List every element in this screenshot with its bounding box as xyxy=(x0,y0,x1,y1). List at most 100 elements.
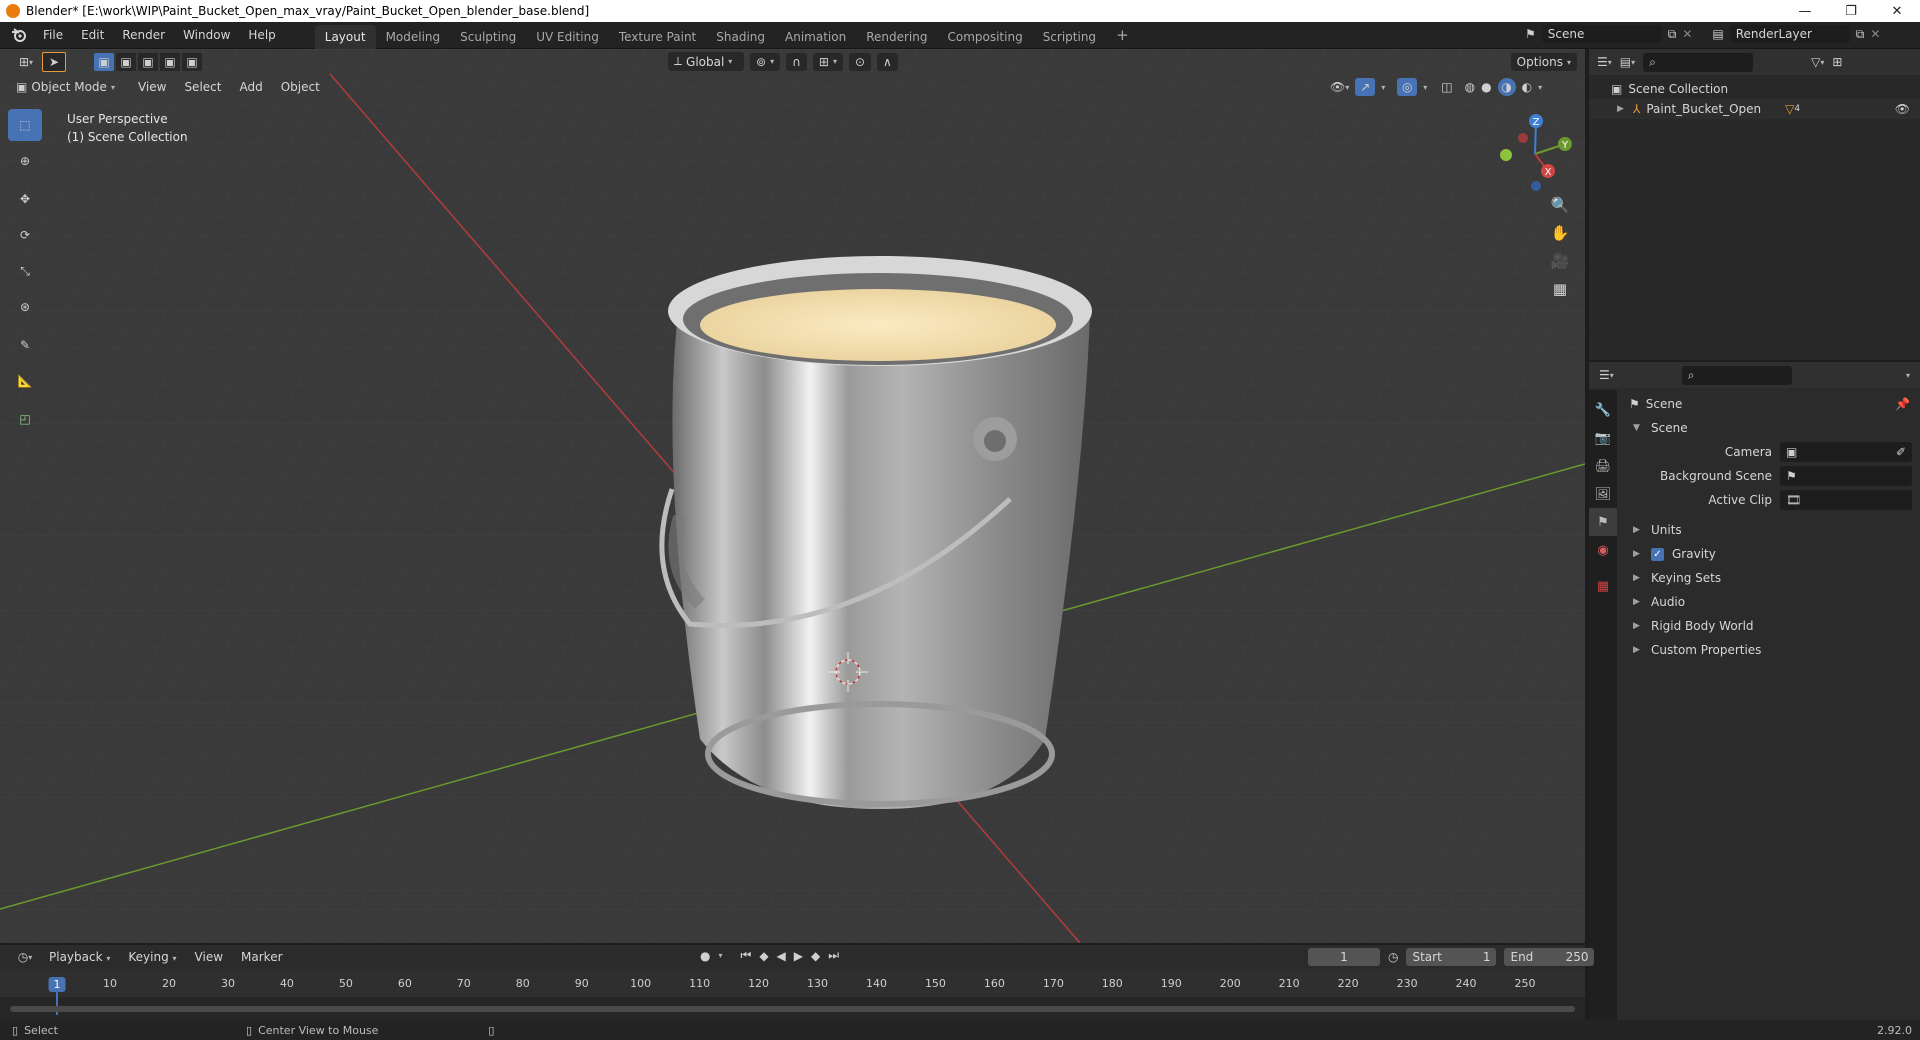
panel-audio[interactable]: ▶ Audio xyxy=(1625,590,1920,614)
snap-toggle[interactable]: ∩ xyxy=(786,52,807,71)
add-cube-tool[interactable]: ◰ xyxy=(8,403,42,435)
panel-keying-sets[interactable]: ▶ Keying Sets xyxy=(1625,566,1920,590)
viewport-menu-add[interactable]: Add xyxy=(230,80,271,94)
rendered-shading-icon[interactable]: ◐ xyxy=(1522,80,1532,94)
timeline-menu-playback[interactable]: Playback ▾ xyxy=(40,950,119,964)
camera-view-icon[interactable]: 🎥 xyxy=(1546,247,1574,275)
play-icon[interactable]: ▶ xyxy=(794,949,803,963)
menu-help[interactable]: Help xyxy=(239,28,284,42)
tab-texture[interactable]: ▦ xyxy=(1589,572,1617,600)
viewport-menu-object[interactable]: Object xyxy=(272,80,329,94)
wireframe-shading-icon[interactable]: ◍ xyxy=(1465,80,1475,94)
preview-range-icon[interactable]: ◷ xyxy=(1388,950,1398,964)
tab-layout[interactable]: Layout xyxy=(314,24,376,49)
ortho-grid-icon[interactable]: ▦ xyxy=(1546,275,1574,303)
menu-window[interactable]: Window xyxy=(174,28,239,42)
delete-view-layer-icon[interactable]: ✕ xyxy=(1870,27,1880,41)
delete-scene-icon[interactable]: ✕ xyxy=(1682,27,1692,41)
tab-tool[interactable]: 🔧 xyxy=(1589,396,1617,424)
close-button[interactable]: ✕ xyxy=(1874,0,1920,22)
falloff-dropdown[interactable]: ∧ xyxy=(877,52,898,71)
material-shading-icon[interactable]: ◑ xyxy=(1497,78,1516,96)
tab-compositing[interactable]: Compositing xyxy=(937,25,1032,49)
outliner-search-field[interactable]: ⌕ xyxy=(1643,52,1754,72)
display-mode-icon[interactable]: ▤ ▾ xyxy=(1620,55,1635,69)
select-subtract-icon[interactable]: ▣ xyxy=(138,53,158,71)
menu-edit[interactable]: Edit xyxy=(72,28,113,42)
navigation-gizmo[interactable]: Z Y X xyxy=(1490,109,1580,199)
3d-viewport[interactable]: ⊞ ▾ ➤ ▣ ▣ ▣ ▣ ▣ ⟂ Global ▾ ⊚ ▾ ∩ ⊞ ▾ ⊙ ∧ Opti… xyxy=(0,49,1585,943)
tab-scripting[interactable]: Scripting xyxy=(1033,25,1106,49)
tab-texture-paint[interactable]: Texture Paint xyxy=(609,25,706,49)
panel-gravity[interactable]: ▶ ✓ Gravity xyxy=(1625,542,1920,566)
select-intersect-icon[interactable]: ▣ xyxy=(182,53,202,71)
play-reverse-icon[interactable]: ◀ xyxy=(777,949,786,963)
tab-scene[interactable]: ⚑ xyxy=(1589,508,1617,536)
move-tool[interactable]: ✥ xyxy=(8,183,42,215)
outliner-item-row[interactable]: ▶ ⅄ Paint_Bucket_Open ▽ 4 👁 xyxy=(1589,99,1920,119)
menu-render[interactable]: Render xyxy=(113,28,174,42)
properties-options-icon[interactable]: ▾ xyxy=(1906,371,1910,380)
viewport-menu-select[interactable]: Select xyxy=(175,80,230,94)
timeline-menu-marker[interactable]: Marker xyxy=(232,950,291,964)
prev-keyframe-icon[interactable]: ◆ xyxy=(759,949,768,963)
panel-units[interactable]: ▶ Units xyxy=(1625,518,1920,542)
gravity-checkbox[interactable]: ✓ xyxy=(1651,547,1664,561)
frame-ruler[interactable]: 1 10 20 30 40 50 60 70 80 90 100 110 120 130 140 150 160… xyxy=(0,969,1585,1015)
timeline-editor-icon[interactable]: ◷ ▾ xyxy=(10,950,40,964)
viewport-menu-view[interactable]: View xyxy=(129,80,175,94)
filter-icon[interactable]: ▽ ▾ xyxy=(1811,55,1824,69)
timeline-scrollbar[interactable] xyxy=(10,1006,1575,1012)
camera-field[interactable]: ▣ ✐ xyxy=(1780,442,1912,462)
panel-rigid-body-world[interactable]: ▶ Rigid Body World xyxy=(1625,614,1920,638)
select-new-icon[interactable]: ▣ xyxy=(94,53,114,71)
zoom-icon[interactable]: 🔍 xyxy=(1546,191,1574,219)
annotate-tool[interactable]: ✎ xyxy=(8,329,42,361)
panel-custom-properties[interactable]: ▶ Custom Properties xyxy=(1625,638,1920,662)
properties-search-field[interactable]: ⌕ xyxy=(1681,365,1792,385)
scene-selector-icon[interactable]: ⚑ xyxy=(1525,27,1536,41)
end-frame-field[interactable]: End 250 xyxy=(1504,948,1595,966)
new-scene-icon[interactable]: ⧉ xyxy=(1668,27,1677,42)
tab-sculpting[interactable]: Sculpting xyxy=(450,25,526,49)
render-layer-field[interactable]: RenderLayer xyxy=(1729,25,1850,43)
solid-shading-icon[interactable]: ● xyxy=(1481,80,1491,94)
expand-arrow-icon[interactable]: ▶ xyxy=(1617,104,1627,114)
properties-editor-icon[interactable]: ☰ ▾ xyxy=(1599,368,1614,382)
overlay-toggle-icon[interactable]: ◎ xyxy=(1397,78,1418,96)
scale-tool[interactable]: ⤡ xyxy=(8,255,42,287)
outliner-editor-icon[interactable]: ☰ ▾ xyxy=(1597,55,1612,69)
pan-hand-icon[interactable]: ✋ xyxy=(1546,219,1574,247)
tab-rendering[interactable]: Rendering xyxy=(856,25,937,49)
select-mode-icon[interactable]: ➤ xyxy=(42,52,66,72)
active-clip-field[interactable]: 🎞 xyxy=(1780,490,1912,510)
tab-output[interactable]: 🖨 xyxy=(1589,452,1617,480)
next-keyframe-icon[interactable]: ◆ xyxy=(811,949,820,963)
view-layer-icon[interactable]: ▤ xyxy=(1712,27,1723,41)
jump-end-icon[interactable]: ⏭ xyxy=(828,948,839,963)
tab-shading[interactable]: Shading xyxy=(706,25,775,49)
minimize-button[interactable]: — xyxy=(1782,0,1828,22)
mode-dropdown[interactable]: ▣ Object Mode ▾ xyxy=(10,78,121,96)
pivot-point-dropdown[interactable]: ⊚ ▾ xyxy=(750,52,781,71)
proportional-edit-toggle[interactable]: ⊙ xyxy=(848,52,872,71)
tab-uv-editing[interactable]: UV Editing xyxy=(526,25,609,49)
tab-view-layer[interactable]: 🖼 xyxy=(1589,480,1617,508)
gizmo-toggle-icon[interactable]: ↗ xyxy=(1355,78,1376,96)
current-frame-field[interactable]: 1 xyxy=(1308,948,1380,966)
editor-type-icon[interactable]: ⊞ ▾ xyxy=(10,55,42,69)
select-box-tool[interactable]: ⬚ xyxy=(8,109,42,141)
jump-start-icon[interactable]: ⏮ xyxy=(741,948,752,963)
auto-keying-icon[interactable]: ● xyxy=(700,949,710,963)
cursor-tool[interactable]: ⊕ xyxy=(8,145,42,177)
options-dropdown[interactable]: Options ▾ xyxy=(1510,53,1577,71)
timeline-menu-keying[interactable]: Keying ▾ xyxy=(119,950,185,964)
new-collection-icon[interactable]: ⊞ xyxy=(1832,55,1842,69)
maximize-button[interactable]: ❐ xyxy=(1828,0,1874,22)
new-view-layer-icon[interactable]: ⧉ xyxy=(1856,27,1865,42)
menu-file[interactable]: File xyxy=(34,28,72,42)
transform-tool[interactable]: ⊛ xyxy=(8,291,42,323)
outliner-root-row[interactable]: ▣ Scene Collection xyxy=(1589,79,1920,99)
tab-animation[interactable]: Animation xyxy=(775,25,856,49)
start-frame-field[interactable]: Start 1 xyxy=(1406,948,1497,966)
